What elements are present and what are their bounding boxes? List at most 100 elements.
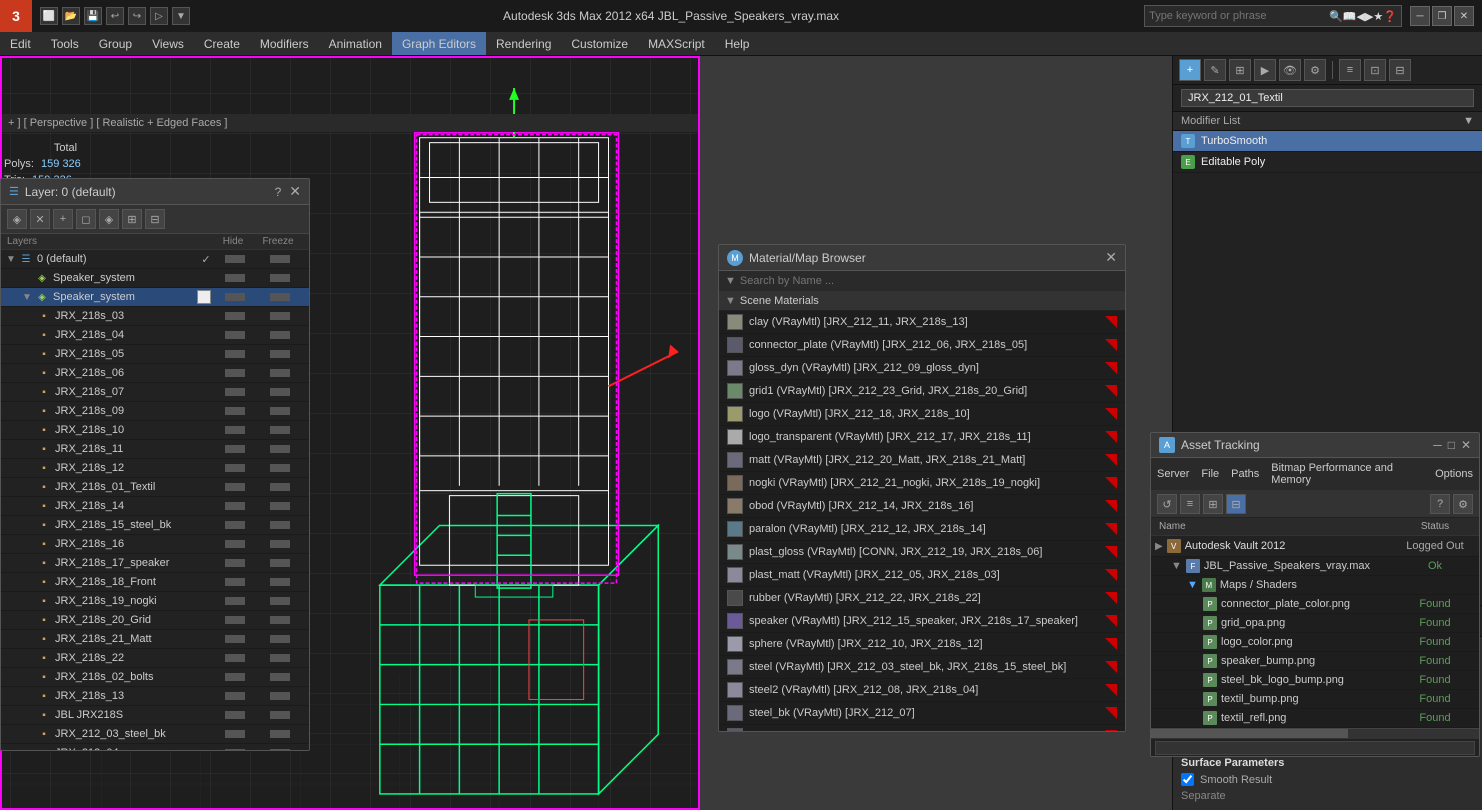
asset-png-item[interactable]: P steel_bk_logo_bump.png Found bbox=[1151, 671, 1479, 690]
mat-item[interactable]: logo (VRayMtl) [JRX_212_18, JRX_218s_10] bbox=[719, 403, 1125, 426]
asset-help-btn[interactable]: ? bbox=[1430, 494, 1450, 514]
mat-item[interactable]: clay (VRayMtl) [JRX_212_11, JRX_218s_13] bbox=[719, 311, 1125, 334]
layers-merge-btn[interactable]: ⊞ bbox=[122, 209, 142, 229]
rt-motion-btn[interactable]: ▶ bbox=[1254, 59, 1276, 81]
rt-display-btn[interactable]: 👁 bbox=[1279, 59, 1301, 81]
asset-menu-file[interactable]: File bbox=[1201, 467, 1219, 481]
layer-item[interactable]: ▪ JRX_218s_22 bbox=[1, 649, 309, 668]
layer-item[interactable]: ▼ ◈ Speaker_system bbox=[1, 288, 309, 307]
mat-item[interactable]: obod (VRayMtl) [JRX_212_14, JRX_218s_16] bbox=[719, 495, 1125, 518]
asset-path-input[interactable] bbox=[1155, 741, 1475, 755]
layer-item[interactable]: ▪ JRX_218s_18_Front bbox=[1, 573, 309, 592]
asset-file-item[interactable]: ▼ F JBL_Passive_Speakers_vray.max Ok bbox=[1151, 557, 1479, 576]
mat-item[interactable]: steel_bk_logo (VRayMtl) [JRX_212_04, JRX… bbox=[719, 725, 1125, 731]
layers-help-button[interactable]: ? bbox=[275, 185, 282, 199]
menu-edit[interactable]: Edit bbox=[0, 32, 41, 55]
qa-new[interactable]: ⬜ bbox=[40, 7, 58, 25]
asset-refresh-btn[interactable]: ↺ bbox=[1157, 494, 1177, 514]
minimize-button[interactable]: ─ bbox=[1410, 6, 1430, 26]
layer-item[interactable]: ▪ JRX_218s_07 bbox=[1, 383, 309, 402]
layers-delete-btn[interactable]: ✕ bbox=[30, 209, 50, 229]
rt-extra-btn[interactable]: ≡ bbox=[1339, 59, 1361, 81]
rt-utils-btn[interactable]: ⚙ bbox=[1304, 59, 1326, 81]
modifier-item-epoly[interactable]: E Editable Poly bbox=[1173, 152, 1482, 173]
rt-extra2-btn[interactable]: ⊡ bbox=[1364, 59, 1386, 81]
menu-tools[interactable]: Tools bbox=[41, 32, 89, 55]
layer-item[interactable]: ▪ JRX_218s_06 bbox=[1, 364, 309, 383]
layer-item[interactable]: ▪ JRX_218s_16 bbox=[1, 535, 309, 554]
layer-item[interactable]: ▪ JRX_218s_09 bbox=[1, 402, 309, 421]
mat-scene-header[interactable]: ▼ Scene Materials bbox=[719, 292, 1125, 311]
layer-item[interactable]: ▪ JRX_218s_10 bbox=[1, 421, 309, 440]
qa-redo[interactable]: ↪ bbox=[128, 7, 146, 25]
mat-item[interactable]: plast_matt (VRayMtl) [JRX_212_05, JRX_21… bbox=[719, 564, 1125, 587]
layers-close-button[interactable]: ✕ bbox=[289, 183, 301, 200]
menu-graph-editors[interactable]: Graph Editors bbox=[392, 32, 486, 55]
rt-extra3-btn[interactable]: ⊟ bbox=[1389, 59, 1411, 81]
layer-item[interactable]: ▪ JRX_218s_04 bbox=[1, 326, 309, 345]
layer-item[interactable]: ▪ JRX_218s_21_Matt bbox=[1, 630, 309, 649]
mat-item[interactable]: logo_transparent (VRayMtl) [JRX_212_17, … bbox=[719, 426, 1125, 449]
layers-add-btn[interactable]: + bbox=[53, 209, 73, 229]
layer-item[interactable]: ▼ ☰ 0 (default) ✓ bbox=[1, 250, 309, 269]
layer-item[interactable]: ▪ JRX_218s_14 bbox=[1, 497, 309, 516]
layer-item[interactable]: ▪ JRX_218s_12 bbox=[1, 459, 309, 478]
asset-png-item[interactable]: P textil_refl.png Found bbox=[1151, 709, 1479, 728]
layer-checkbox[interactable] bbox=[197, 290, 211, 304]
qa-render[interactable]: ▷ bbox=[150, 7, 168, 25]
modifier-list-dropdown-icon[interactable]: ▼ bbox=[1463, 115, 1474, 127]
asset-list-btn[interactable]: ≡ bbox=[1180, 494, 1200, 514]
asset-grid-btn[interactable]: ⊞ bbox=[1203, 494, 1223, 514]
menu-rendering[interactable]: Rendering bbox=[486, 32, 561, 55]
menu-animation[interactable]: Animation bbox=[319, 32, 392, 55]
layer-item[interactable]: ▪ JRX_212_04 bbox=[1, 744, 309, 750]
rt-hierarchy-btn[interactable]: ⊞ bbox=[1229, 59, 1251, 81]
mat-item[interactable]: grid1 (VRayMtl) [JRX_212_23_Grid, JRX_21… bbox=[719, 380, 1125, 403]
menu-maxscript[interactable]: MAXScript bbox=[638, 32, 715, 55]
layer-item[interactable]: ▪ JRX_218s_01_Textil bbox=[1, 478, 309, 497]
search-input[interactable] bbox=[1149, 10, 1329, 22]
qa-save[interactable]: 💾 bbox=[84, 7, 102, 25]
mat-item[interactable]: gloss_dyn (VRayMtl) [JRX_212_09_gloss_dy… bbox=[719, 357, 1125, 380]
mat-item[interactable]: steel2 (VRayMtl) [JRX_212_08, JRX_218s_0… bbox=[719, 679, 1125, 702]
rt-modify-btn[interactable]: ✎ bbox=[1204, 59, 1226, 81]
asset-maximize-btn[interactable]: □ bbox=[1448, 438, 1455, 452]
asset-tree-btn[interactable]: ⊟ bbox=[1226, 494, 1246, 514]
layer-item[interactable]: ▪ JRX_218s_13 bbox=[1, 687, 309, 706]
layers-select-btn[interactable]: ◻ bbox=[76, 209, 96, 229]
asset-scrollbar[interactable] bbox=[1151, 728, 1479, 738]
asset-maps-group[interactable]: ▼ M Maps / Shaders bbox=[1151, 576, 1479, 595]
asset-png-item[interactable]: P speaker_bump.png Found bbox=[1151, 652, 1479, 671]
layers-highlight-btn[interactable]: ◈ bbox=[99, 209, 119, 229]
asset-menu-options[interactable]: Options bbox=[1435, 467, 1473, 481]
layers-expand-btn[interactable]: ⊟ bbox=[145, 209, 165, 229]
modifier-item-turbos[interactable]: T TurboSmooth bbox=[1173, 131, 1482, 152]
qa-undo[interactable]: ↩ bbox=[106, 7, 124, 25]
asset-png-item[interactable]: P logo_color.png Found bbox=[1151, 633, 1479, 652]
asset-menu-bitmap[interactable]: Bitmap Performance and Memory bbox=[1271, 461, 1423, 487]
restore-button[interactable]: ❐ bbox=[1432, 6, 1452, 26]
asset-minimize-btn[interactable]: ─ bbox=[1433, 438, 1442, 452]
menu-help[interactable]: Help bbox=[715, 32, 760, 55]
mat-item[interactable]: speaker (VRayMtl) [JRX_212_15_speaker, J… bbox=[719, 610, 1125, 633]
asset-close-btn[interactable]: ✕ bbox=[1461, 438, 1471, 452]
mat-item[interactable]: steel_bk (VRayMtl) [JRX_212_07] bbox=[719, 702, 1125, 725]
layer-item[interactable]: ▪ JRX_218s_03 bbox=[1, 307, 309, 326]
smooth-result-checkbox[interactable] bbox=[1181, 773, 1194, 786]
layer-item[interactable]: ◈ Speaker_system bbox=[1, 269, 309, 288]
rt-create-btn[interactable]: + bbox=[1179, 59, 1201, 81]
object-name-field[interactable]: JRX_212_01_Textil bbox=[1181, 89, 1474, 107]
asset-menu-paths[interactable]: Paths bbox=[1231, 467, 1259, 481]
mat-item[interactable]: connector_plate (VRayMtl) [JRX_212_06, J… bbox=[719, 334, 1125, 357]
qa-more[interactable]: ▼ bbox=[172, 7, 190, 25]
asset-png-item[interactable]: P connector_plate_color.png Found bbox=[1151, 595, 1479, 614]
mat-item[interactable]: matt (VRayMtl) [JRX_212_20_Matt, JRX_218… bbox=[719, 449, 1125, 472]
mat-item[interactable]: paralon (VRayMtl) [JRX_212_12, JRX_218s_… bbox=[719, 518, 1125, 541]
menu-views[interactable]: Views bbox=[142, 32, 194, 55]
layer-item[interactable]: ▪ JRX_212_03_steel_bk bbox=[1, 725, 309, 744]
mat-item[interactable]: steel (VRayMtl) [JRX_212_03_steel_bk, JR… bbox=[719, 656, 1125, 679]
layer-item[interactable]: ▪ JRX_218s_20_Grid bbox=[1, 611, 309, 630]
asset-png-item[interactable]: P textil_bump.png Found bbox=[1151, 690, 1479, 709]
layer-item[interactable]: ▪ JBL JRX218S bbox=[1, 706, 309, 725]
qa-open[interactable]: 📂 bbox=[62, 7, 80, 25]
